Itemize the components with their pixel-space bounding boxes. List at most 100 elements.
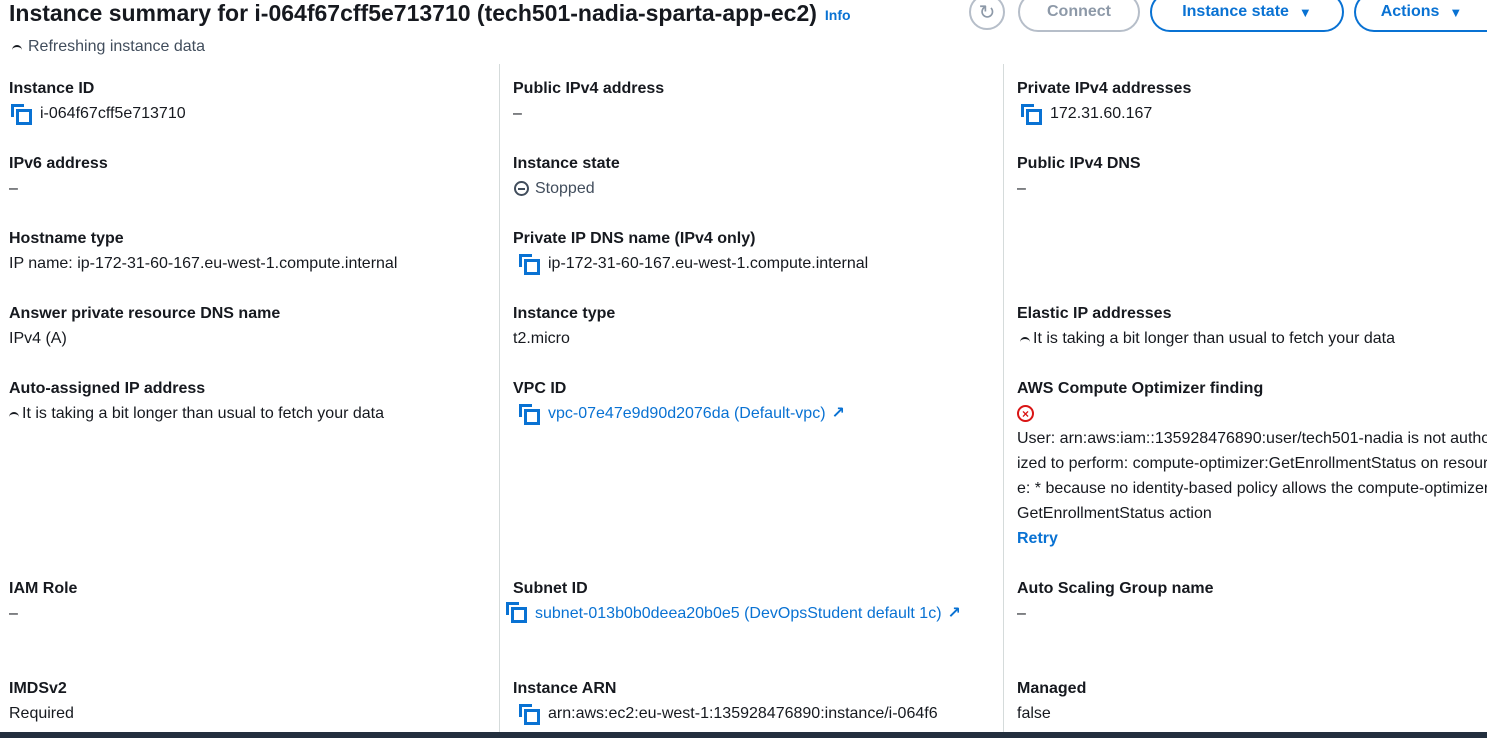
instance-state-label: Instance state [1182, 3, 1289, 20]
field-label: Instance ARN [513, 680, 617, 697]
instance-arn-field: Instance ARN arn:aws:ec2:eu-west-1:13592… [513, 677, 938, 726]
copy-icon[interactable] [506, 602, 527, 623]
column-divider [1003, 64, 1004, 732]
field-label: Public IPv4 address [513, 80, 665, 97]
elastic-ip-field: Elastic IP addresses It is taking a bit … [1017, 302, 1395, 351]
vpc-id-field: VPC ID vpc-07e47e9d90d2076da (Default-vp… [513, 377, 845, 426]
field-label: IAM Role [9, 580, 78, 597]
copy-icon[interactable] [11, 104, 32, 125]
field-label: VPC ID [513, 380, 567, 397]
iam-role-field: IAM Role – [9, 577, 77, 626]
answer-dns-field: Answer private resource DNS name IPv4 (A… [9, 302, 280, 351]
instance-arn-value: arn:aws:ec2:eu-west-1:135928476890:insta… [548, 705, 938, 722]
field-label: IPv6 address [9, 155, 108, 172]
field-label: Instance type [513, 305, 616, 322]
field-value: IPv4 (A) [9, 330, 67, 347]
managed-field: Managed false [1017, 677, 1086, 726]
field-label: Private IP DNS name (IPv4 only) [513, 230, 756, 247]
field-value: IP name: ip-172-31-60-167.eu-west-1.comp… [9, 255, 398, 272]
compute-optimizer-field: AWS Compute Optimizer finding × User: ar… [1017, 377, 1487, 551]
field-label: Auto-assigned IP address [9, 380, 206, 397]
field-value: 172.31.60.167 [1017, 101, 1191, 126]
field-value: It is taking a bit longer than usual to … [1017, 326, 1395, 351]
field-value: – [1017, 180, 1026, 197]
field-label: IMDSv2 [9, 680, 67, 697]
column-divider [499, 64, 500, 732]
retry-link[interactable]: Retry [1017, 526, 1487, 551]
field-label: Instance state [513, 155, 620, 172]
copy-icon[interactable] [519, 704, 540, 725]
field-value: Required [9, 705, 74, 722]
field-value: ip-172-31-60-167.eu-west-1.compute.inter… [513, 251, 868, 276]
private-dns-value: ip-172-31-60-167.eu-west-1.compute.inter… [548, 255, 869, 272]
loading-spinner-icon [12, 45, 22, 55]
copy-icon[interactable] [519, 404, 540, 425]
field-label: Auto Scaling Group name [1017, 580, 1214, 597]
private-ipv4-value: 172.31.60.167 [1050, 105, 1153, 122]
field-label: Managed [1017, 680, 1087, 697]
page-header: Instance summary for i-064f67cff5e713710… [0, 0, 1487, 40]
copy-icon[interactable] [519, 254, 540, 275]
refresh-button[interactable]: ↻ [969, 0, 1005, 30]
external-link-icon[interactable]: ↗ [948, 605, 961, 622]
field-value: – [513, 105, 522, 122]
copy-icon[interactable] [1021, 104, 1042, 125]
field-value: i-064f67cff5e713710 [9, 101, 186, 126]
info-link[interactable]: Info [825, 7, 851, 23]
field-value: Stopped [513, 176, 620, 201]
error-icon: × [1017, 405, 1034, 422]
field-value: false [1017, 705, 1051, 722]
stopped-icon [514, 181, 529, 196]
instance-state-value: Stopped [535, 180, 595, 197]
instance-id-value: i-064f67cff5e713710 [40, 105, 186, 122]
asg-name-field: Auto Scaling Group name – [1017, 577, 1213, 626]
actions-label: Actions [1380, 3, 1440, 20]
page-title-text: Instance summary for i-064f67cff5e713710… [9, 0, 817, 26]
field-value: – [9, 180, 18, 197]
instance-type-field: Instance type t2.micro [513, 302, 615, 351]
connect-label: Connect [1047, 3, 1111, 20]
instance-id-field: Instance ID i-064f67cff5e713710 [9, 77, 186, 126]
subnet-id-field: Subnet ID subnet-013b0b0deea20b0e5 (DevO… [506, 577, 983, 626]
field-value: t2.micro [513, 330, 570, 347]
refresh-status-text: Refreshing instance data [28, 38, 205, 55]
vpc-id-link[interactable]: vpc-07e47e9d90d2076da (Default-vpc) [548, 401, 826, 426]
error-icon-row: × [1017, 401, 1487, 426]
actions-button[interactable]: Actions ▼ [1354, 0, 1487, 32]
private-dns-field: Private IP DNS name (IPv4 only) ip-172-3… [513, 227, 868, 276]
field-label: Hostname type [9, 230, 124, 247]
private-ipv4-field: Private IPv4 addresses 172.31.60.167 [1017, 77, 1191, 126]
field-label: Elastic IP addresses [1017, 305, 1172, 322]
refresh-icon: ↻ [978, 1, 996, 24]
instance-state-button[interactable]: Instance state ▼ [1150, 0, 1344, 32]
instance-state-field: Instance state Stopped [513, 152, 620, 201]
auto-assigned-ip-field: Auto-assigned IP address It is taking a … [9, 377, 384, 426]
refresh-status: Refreshing instance data [12, 38, 205, 56]
optimizer-error-text: User: arn:aws:iam::135928476890:user/tec… [1017, 430, 1487, 522]
field-value: – [9, 605, 18, 622]
ipv6-field: IPv6 address – [9, 152, 108, 201]
subnet-id-link[interactable]: subnet-013b0b0deea20b0e5 (DevOpsStudent … [535, 605, 942, 622]
bottom-bar [0, 732, 1487, 738]
connect-button[interactable]: Connect [1018, 0, 1140, 32]
field-label: Instance ID [9, 80, 95, 97]
loading-spinner-icon [9, 411, 19, 422]
field-value: – [1017, 605, 1026, 622]
page-title: Instance summary for i-064f67cff5e713710… [9, 0, 851, 28]
loading-spinner-icon [1020, 336, 1030, 347]
external-link-icon[interactable]: ↗ [832, 401, 845, 426]
field-label: Public IPv4 DNS [1017, 155, 1141, 172]
field-label: AWS Compute Optimizer finding [1017, 380, 1264, 397]
caret-down-icon: ▼ [1449, 4, 1463, 20]
caret-down-icon: ▼ [1298, 4, 1312, 20]
field-value: vpc-07e47e9d90d2076da (Default-vpc) ↗ [513, 401, 845, 426]
public-ipv4-field: Public IPv4 address – [513, 77, 664, 126]
field-label: Private IPv4 addresses [1017, 80, 1192, 97]
field-value: arn:aws:ec2:eu-west-1:135928476890:insta… [513, 701, 938, 726]
field-value: subnet-013b0b0deea20b0e5 (DevOpsStudent … [500, 601, 970, 626]
imdsv2-field: IMDSv2 Required [9, 677, 74, 726]
hostname-type-field: Hostname type IP name: ip-172-31-60-167.… [9, 227, 397, 276]
loading-text: It is taking a bit longer than usual to … [1033, 330, 1395, 347]
field-label: Answer private resource DNS name [9, 305, 281, 322]
public-dns-field: Public IPv4 DNS – [1017, 152, 1141, 201]
